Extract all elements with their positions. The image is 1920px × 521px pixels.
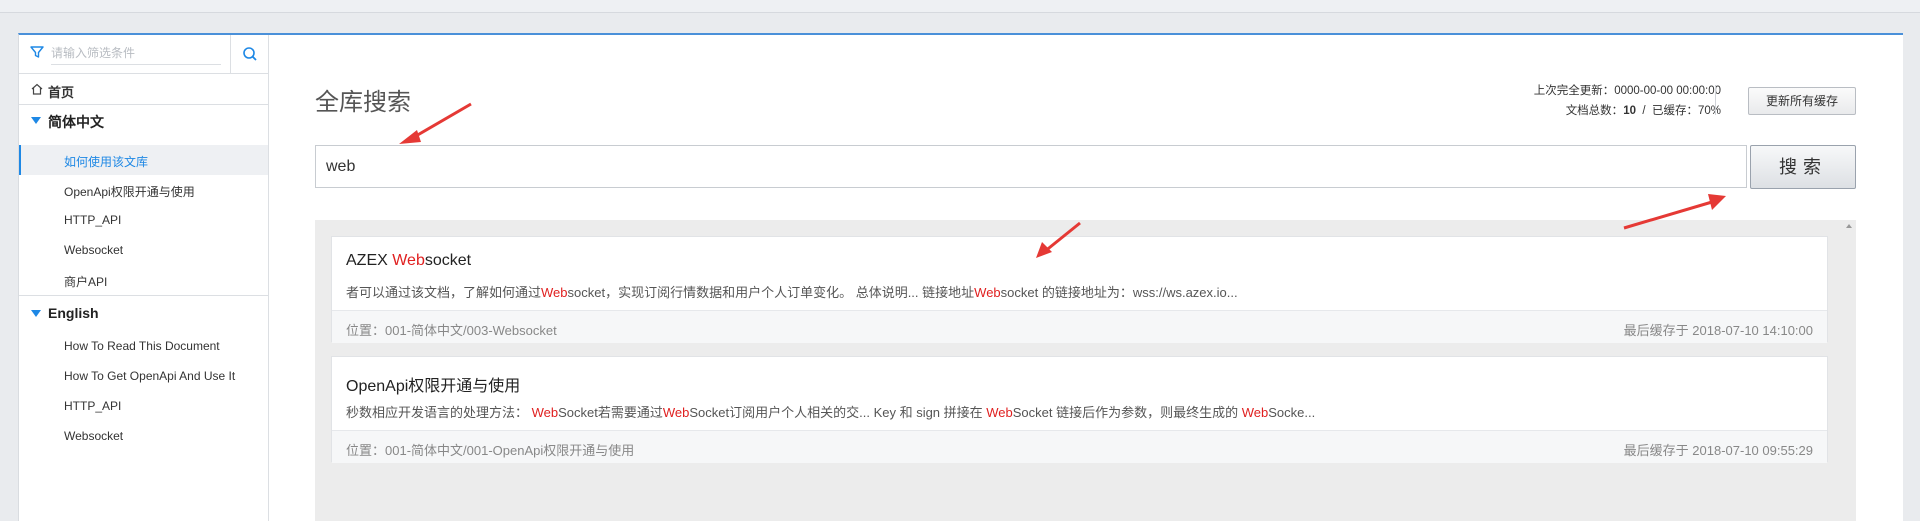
result-card[interactable]: OpenApi权限开通与使用 秒数相应开发语言的处理方法： WebSocket若… [331,356,1828,463]
search-button[interactable]: 搜索 [1750,145,1856,189]
expand-triangle-icon [31,310,41,317]
result-title-text: AZEX [346,252,393,269]
results-panel: AZEX Websocket 者可以通过该文档，了解如何通过Websocket，… [315,220,1856,521]
sidebar-item-websocket-en[interactable]: Websocket [19,421,268,451]
home-icon [31,83,43,95]
result-title-text: socket [424,252,472,269]
snippet-highlight: Web [662,405,690,420]
doc-total-label: 文档总数： [1565,105,1624,117]
result-footer: 位置：001-简体中文/001-OpenApi权限开通与使用 最后缓存于 201… [332,430,1827,463]
cached-label: 已缓存： [1651,105,1698,117]
snippet-text: socket，实现订阅行情数据和用户个人订单变化。 总体说明... 链接地址 [567,285,975,300]
sidebar-item-label: How To Read This Document [64,339,220,353]
sidebar-group-label: English [48,305,99,321]
search-input[interactable] [315,145,1747,188]
top-bar [0,0,1920,13]
sidebar-item-label: 首页 [48,85,75,100]
annotation-arrow-icon [1623,194,1726,230]
result-title-highlight: Web [392,252,425,269]
filter-search-button[interactable] [230,35,269,73]
sidebar-item-openapi[interactable]: OpenApi权限开通与使用 [19,175,268,205]
snippet-text: Socket若需要通过 [558,405,663,420]
sidebar-group-chinese[interactable]: 简体中文 [19,105,268,135]
result-title[interactable]: OpenApi权限开通与使用 [346,372,520,396]
sidebar: 首页 简体中文 如何使用该文库 OpenApi权限开通与使用 HTTP_API … [19,35,269,521]
snippet-highlight: Web [531,405,559,420]
expand-triangle-icon [31,117,41,124]
snippet-highlight: Web [541,285,568,300]
sidebar-item-label: HTTP_API [64,213,122,227]
sidebar-item-label: How To Get OpenApi And Use It [64,369,236,383]
sidebar-item-how-to-get-openapi[interactable]: How To Get OpenApi And Use It [19,361,268,391]
snippet-text: 者可以通过该文档，了解如何通过 [346,285,542,300]
sidebar-item-how-to-use[interactable]: 如何使用该文库 [19,145,268,175]
sidebar-item-label: 如何使用该文库 [64,155,149,169]
sidebar-item-label: 商户API [64,275,108,289]
result-snippet: 者可以通过该文档，了解如何通过Websocket，实现订阅行情数据和用户个人订单… [346,282,1238,301]
cache-status: 上次完全更新：0000-00-00 00:00:00 文档总数：10 / 已缓存… [1534,81,1721,121]
result-snippet: 秒数相应开发语言的处理方法： WebSocket若需要通过WebSocket订阅… [346,402,1315,421]
sidebar-item-http-api[interactable]: HTTP_API [19,205,268,235]
sidebar-item-merchant-api[interactable]: 商户API [19,265,268,295]
snippet-highlight: Web [986,405,1013,420]
result-cached-time: 最后缓存于 2018-07-10 09:55:29 [1623,443,1813,458]
annotation-arrow-icon [399,102,472,144]
snippet-text: Socket 链接后作为参数，则最终生成的 [1012,405,1242,420]
result-footer: 位置：001-简体中文/003-Websocket 最后缓存于 2018-07-… [332,310,1827,343]
sidebar-item-label: Websocket [64,429,124,443]
snippet-highlight: Web [1241,405,1269,420]
sidebar-group-english[interactable]: English [19,298,268,328]
snippet-text: Socke... [1268,405,1316,420]
main-content: 全库搜索 上次完全更新：0000-00-00 00:00:00 文档总数：10 … [269,35,1903,521]
sidebar-filter [19,35,268,74]
result-location: 位置：001-简体中文/001-OpenApi权限开通与使用 [346,443,635,458]
sidebar-item-label: OpenApi权限开通与使用 [64,185,195,199]
result-location: 位置：001-简体中文/003-Websocket [346,323,557,338]
meta-divider [1715,85,1716,115]
snippet-text: socket 的链接地址为：wss://ws.azex.io... [1000,285,1238,300]
refresh-all-cache-button[interactable]: 更新所有缓存 [1748,87,1856,115]
sidebar-divider [19,295,268,296]
meta-separator: / [1642,105,1646,117]
last-update-label: 上次完全更新： [1533,85,1615,97]
scroll-up-arrow-icon[interactable] [1846,224,1852,228]
sidebar-item-label: Websocket [64,243,124,257]
sidebar-item-label: HTTP_API [64,399,122,413]
result-title-text: OpenApi权限开通与使用 [346,378,521,395]
last-update-value: 0000-00-00 00:00:00 [1614,85,1721,97]
doc-total-value: 10 [1623,105,1636,117]
snippet-text: Socket订阅用户个人相关的交... Key 和 sign 拼接在 [689,405,987,420]
sidebar-item-http-api-en[interactable]: HTTP_API [19,391,268,421]
sidebar-item-home[interactable]: 首页 [19,74,268,105]
sidebar-item-how-to-read[interactable]: How To Read This Document [19,331,268,361]
cached-value: 70% [1697,105,1721,117]
sidebar-group-label: 简体中文 [48,114,104,130]
filter-icon [30,46,44,58]
sidebar-item-websocket[interactable]: Websocket [19,235,268,265]
snippet-text: 秒数相应开发语言的处理方法： [346,405,532,420]
filter-input[interactable] [51,42,221,65]
result-cached-time: 最后缓存于 2018-07-10 14:10:00 [1623,323,1813,338]
snippet-highlight: Web [974,285,1001,300]
app-frame: 首页 简体中文 如何使用该文库 OpenApi权限开通与使用 HTTP_API … [18,33,1903,521]
result-title[interactable]: AZEX Websocket [346,252,471,270]
search-icon [243,47,257,61]
annotation-arrow-icon [1036,221,1081,258]
